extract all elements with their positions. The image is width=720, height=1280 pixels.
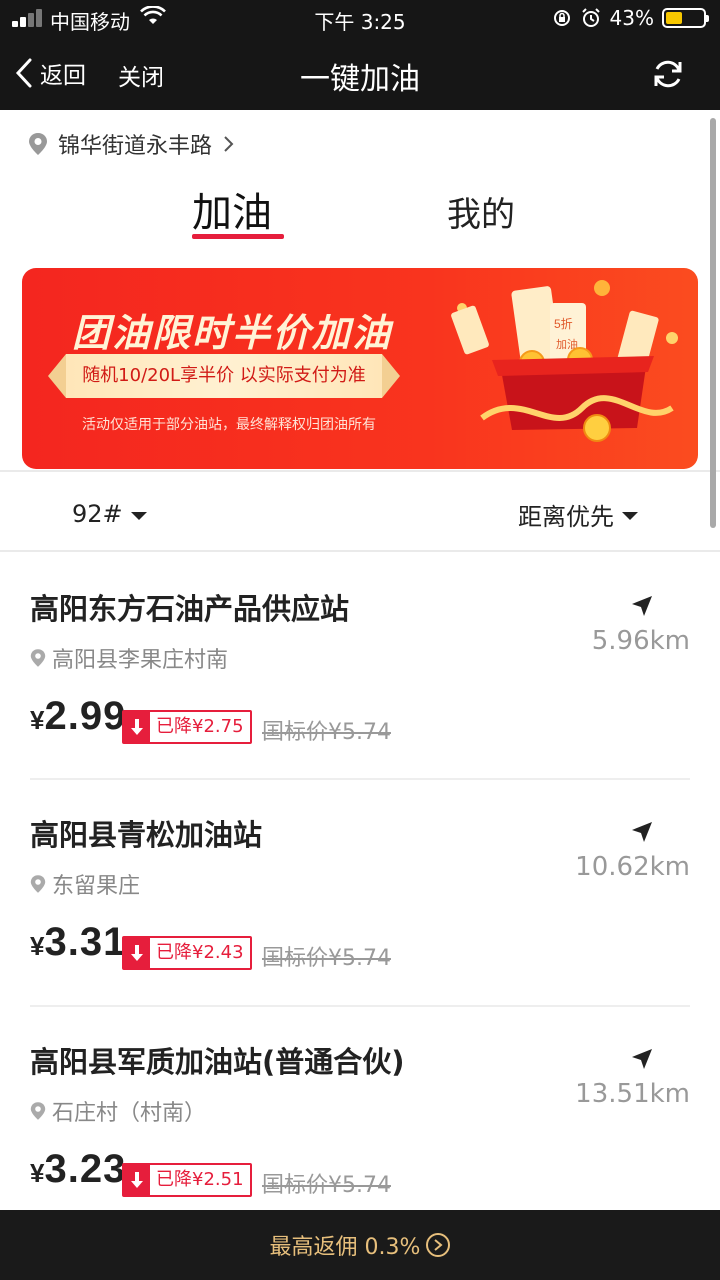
tab-mine[interactable]: 我的 bbox=[447, 187, 515, 236]
station-address-text: 高阳县李果庄村南 bbox=[52, 648, 229, 673]
discount-text: 已降¥2.51 bbox=[150, 1165, 250, 1195]
discount-badge: 已降¥2.51 bbox=[122, 1163, 252, 1197]
coupon-text-discount: 5折 bbox=[554, 316, 573, 331]
currency-symbol: ¥ bbox=[30, 931, 45, 961]
down-arrow-icon bbox=[124, 938, 150, 968]
station-name: 高阳东方石油产品供应站 bbox=[30, 592, 350, 626]
list-price: 国标价¥5.74 bbox=[262, 946, 391, 971]
location-pin-icon bbox=[29, 133, 47, 155]
station-address-text: 东留果庄 bbox=[52, 874, 141, 899]
banner-note: 活动仅适用于部分油站，最终解释权归团油所有 bbox=[82, 417, 376, 433]
navigate-icon[interactable] bbox=[630, 1047, 654, 1071]
gift-box-illustration: 5折 加油 bbox=[451, 280, 678, 442]
divider bbox=[0, 470, 720, 472]
price-value: 3.31 bbox=[44, 920, 127, 964]
promo-banner[interactable]: 团油限时半价加油 随机10/20L享半价 以实际支付为准 活动仅适用于部分油站，… bbox=[22, 268, 698, 469]
station-distance: 10.62km bbox=[575, 852, 690, 882]
commission-bar[interactable]: 最高返佣 0.3% bbox=[0, 1210, 720, 1280]
station-price: ¥ 3.31 bbox=[30, 920, 126, 965]
divider bbox=[30, 778, 690, 780]
down-arrow-icon bbox=[124, 712, 150, 742]
station-price: ¥ 2.99 bbox=[30, 694, 126, 739]
discount-text: 已降¥2.43 bbox=[150, 938, 250, 968]
nav-bar: 返回 关闭 一键加油 bbox=[0, 36, 720, 110]
list-price: 国标价¥5.74 bbox=[262, 1173, 391, 1198]
status-right: 43% bbox=[552, 5, 709, 31]
sort-label: 距离优先 bbox=[518, 502, 614, 531]
tab-active-indicator bbox=[192, 234, 284, 239]
page-title: 一键加油 bbox=[300, 62, 420, 97]
price-value: 2.99 bbox=[44, 694, 127, 738]
battery-percent: 43% bbox=[609, 6, 654, 30]
tab-fuel[interactable]: 加油 bbox=[192, 180, 272, 238]
station-name: 高阳县青松加油站 bbox=[30, 818, 263, 852]
location-pin-icon bbox=[30, 875, 46, 893]
banner-subtitle: 随机10/20L享半价 以实际支付为准 bbox=[48, 354, 400, 398]
station-address: 石庄村（村南） bbox=[30, 1095, 206, 1127]
refresh-icon[interactable] bbox=[650, 56, 686, 92]
navigate-icon[interactable] bbox=[630, 594, 654, 618]
rotation-lock-icon bbox=[553, 10, 570, 26]
currency-symbol: ¥ bbox=[30, 1158, 45, 1188]
discount-badge: 已降¥2.43 bbox=[122, 936, 252, 970]
station-address: 东留果庄 bbox=[30, 868, 140, 900]
top-bar: 中国移动 下午 3:25 43% 返回 关闭 一键加油 bbox=[0, 0, 720, 110]
station-address: 高阳县李果庄村南 bbox=[30, 642, 228, 674]
divider bbox=[30, 1005, 690, 1007]
caret-down-icon bbox=[622, 512, 638, 520]
tab-bar: 加油 我的 bbox=[0, 180, 720, 244]
currency-symbol: ¥ bbox=[30, 705, 45, 735]
scrollbar[interactable] bbox=[710, 118, 716, 528]
station-name: 高阳县军质加油站(普通合伙) bbox=[30, 1045, 405, 1079]
station-distance: 13.51km bbox=[575, 1079, 690, 1109]
station-price: ¥ 3.23 bbox=[30, 1147, 126, 1192]
banner-title: 团油限时半价加油 bbox=[72, 311, 393, 355]
list-price: 国标价¥5.74 bbox=[262, 720, 391, 745]
price-value: 3.23 bbox=[44, 1147, 127, 1191]
discount-text: 已降¥2.75 bbox=[150, 712, 250, 742]
discount-badge: 已降¥2.75 bbox=[122, 710, 252, 744]
station-distance: 5.96km bbox=[591, 626, 690, 656]
down-arrow-icon bbox=[124, 1165, 150, 1195]
location-label: 锦华街道永丰路 bbox=[58, 134, 213, 159]
fuel-type-label: 92# bbox=[72, 500, 123, 528]
alarm-icon bbox=[581, 8, 600, 27]
fuel-type-dropdown[interactable]: 92# bbox=[72, 496, 147, 532]
chevron-right-icon bbox=[224, 136, 234, 152]
status-bar: 中国移动 下午 3:25 43% bbox=[0, 0, 720, 36]
divider bbox=[0, 550, 720, 552]
sort-dropdown[interactable]: 距离优先 bbox=[518, 496, 638, 532]
location-pin-icon bbox=[30, 1102, 46, 1120]
caret-down-icon bbox=[130, 512, 147, 520]
battery-icon bbox=[662, 8, 709, 28]
station-address-text: 石庄村（村南） bbox=[52, 1101, 207, 1126]
chevron-circle-right-icon bbox=[426, 1233, 451, 1257]
navigate-icon[interactable] bbox=[630, 820, 654, 844]
commission-label: 最高返佣 0.3% bbox=[269, 1235, 421, 1260]
location-selector[interactable]: 锦华街道永丰路 bbox=[28, 128, 234, 160]
location-pin-icon bbox=[30, 649, 46, 667]
